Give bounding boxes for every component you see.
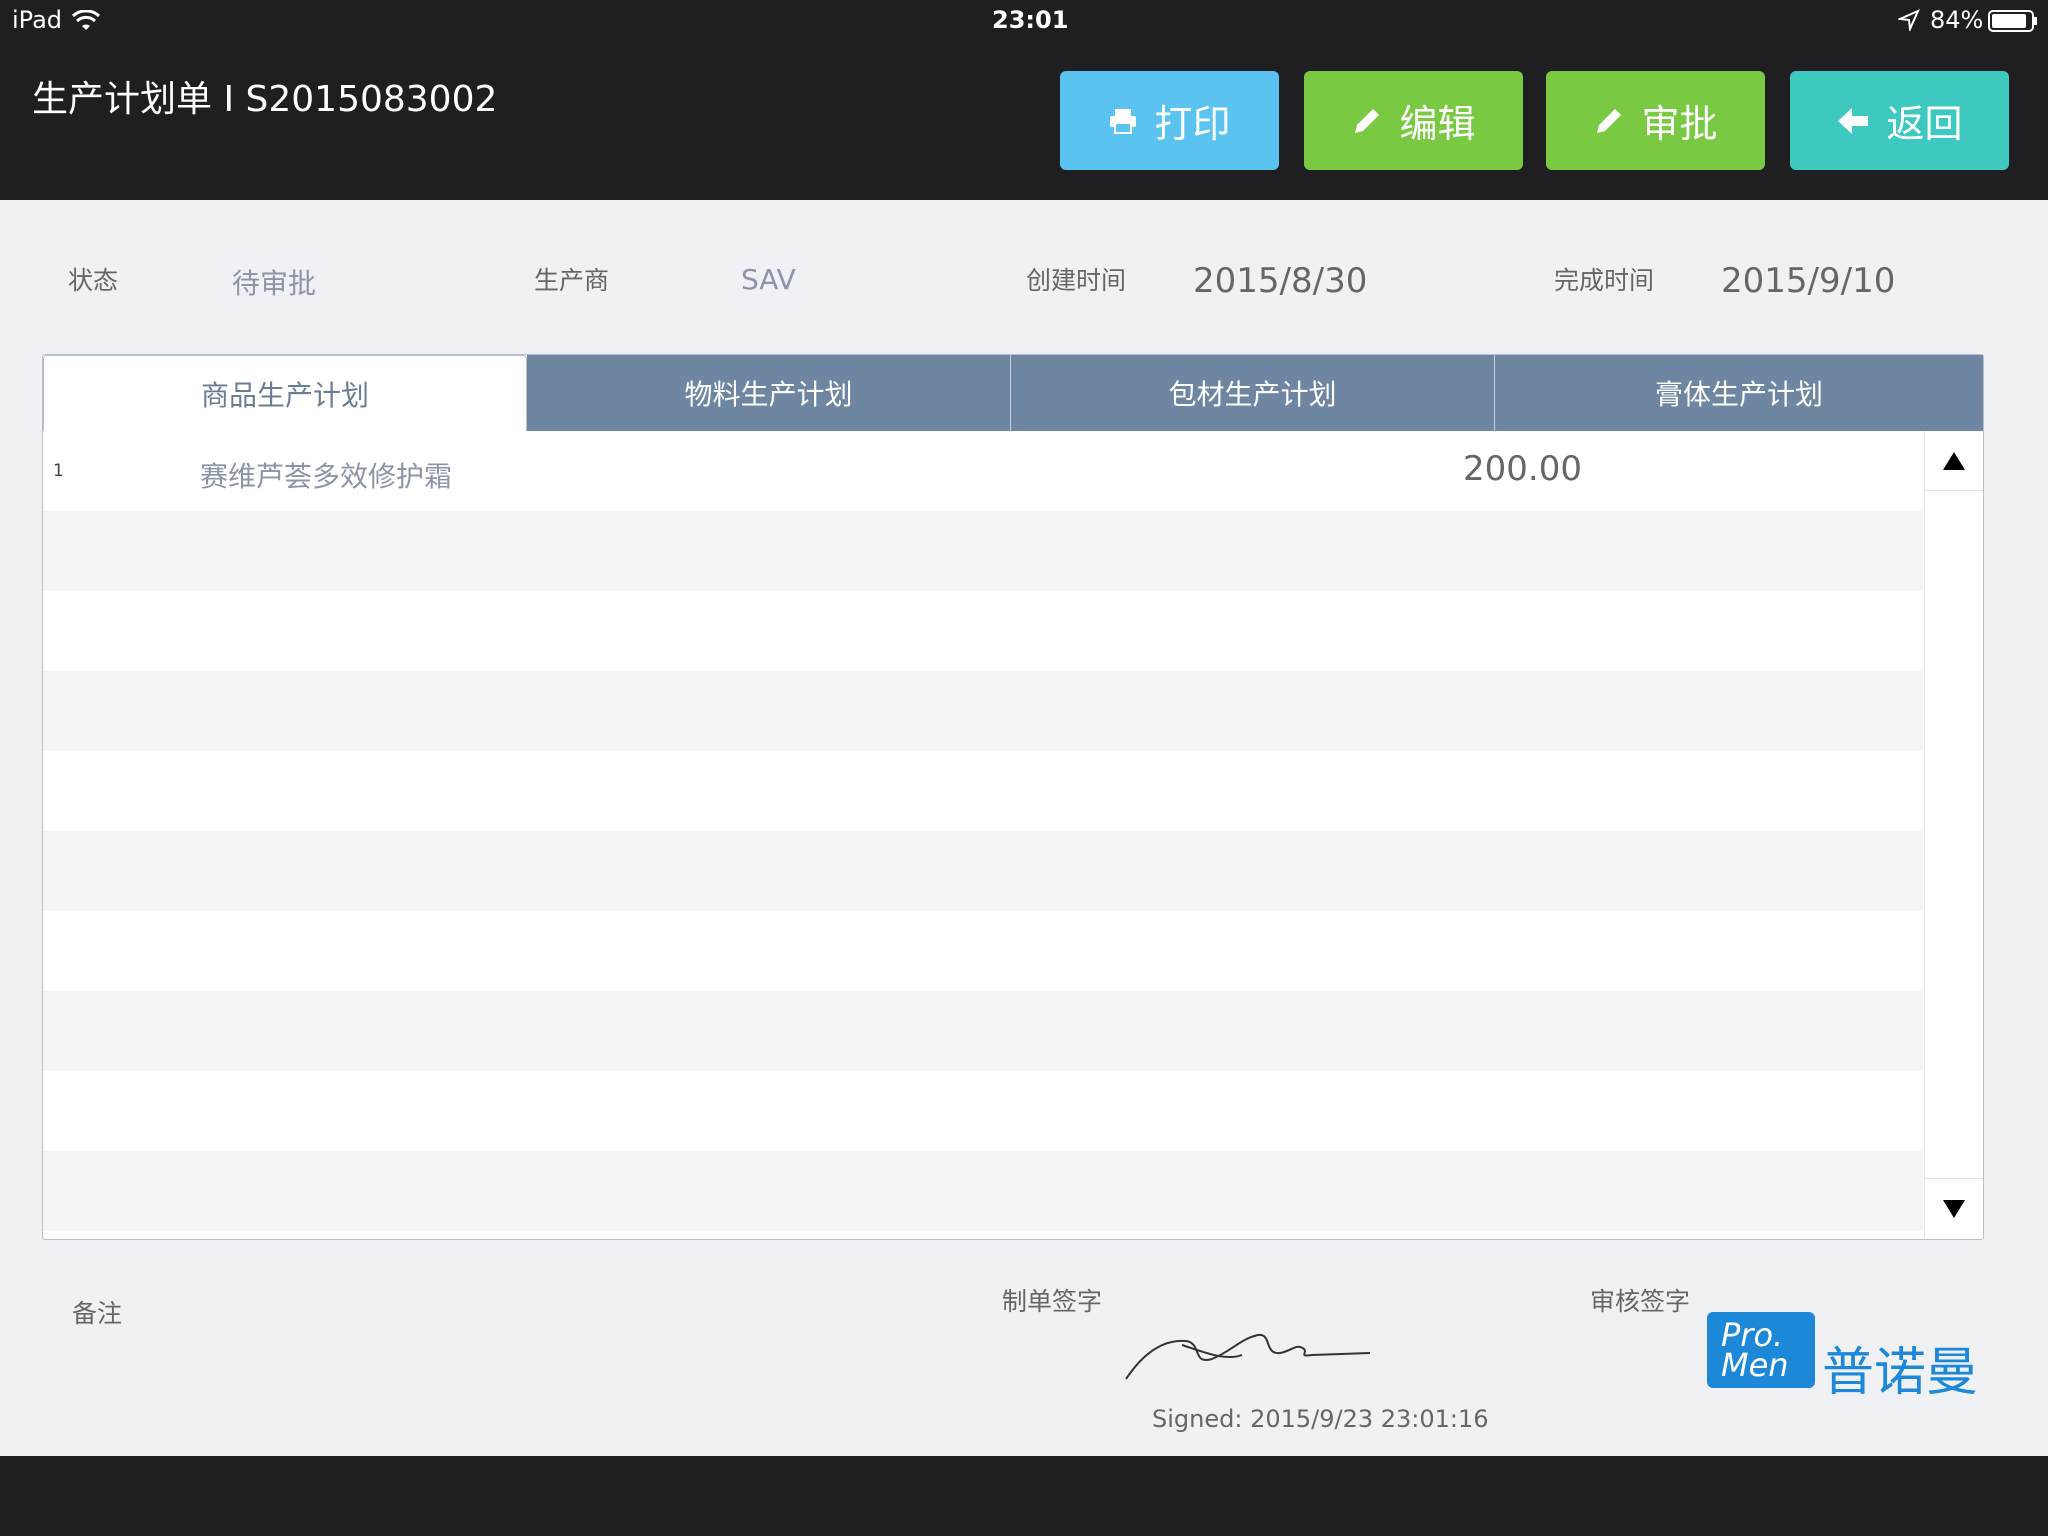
scroll-up-button[interactable] [1925, 431, 1983, 491]
logo-text-cn: 普诺曼 [1822, 1343, 1979, 1403]
pencil-icon [1597, 108, 1622, 133]
table-row-empty [43, 991, 1923, 1071]
reviewer-sign-label: 审核签字 [1590, 1287, 1691, 1316]
status-time: 23:01 [992, 6, 1069, 34]
back-button[interactable]: 返回 [1790, 71, 2009, 170]
table-row[interactable]: 1 赛维芦荟多效修护霜 200.00 [43, 431, 1923, 511]
print-label: 打印 [1154, 102, 1231, 146]
table-row-empty [43, 911, 1923, 991]
pencil-icon [1355, 108, 1380, 133]
scroll-down-button[interactable] [1925, 1178, 1983, 1238]
battery-icon [1988, 10, 2038, 36]
status-label: 状态 [68, 266, 119, 295]
logo-text-men: Men [1721, 1346, 1789, 1384]
tab-packaging-plan[interactable]: 包材生产计划 [1011, 355, 1495, 431]
edit-label: 编辑 [1399, 102, 1476, 146]
status-device: iPad [12, 6, 63, 34]
table-scrollbar[interactable] [1924, 431, 1983, 1238]
table-row-empty [43, 751, 1923, 831]
print-button[interactable]: 打印 [1060, 71, 1279, 170]
edit-button[interactable]: 编辑 [1304, 71, 1523, 170]
finished-value: 2015/9/10 [1721, 261, 1896, 301]
table-row-empty [43, 671, 1923, 751]
row-quantity: 200.00 [1463, 449, 1582, 489]
table-row-empty [43, 831, 1923, 911]
battery-percent: 84% [1930, 6, 1984, 34]
status-value: 待审批 [232, 267, 317, 300]
created-value: 2015/8/30 [1193, 261, 1368, 301]
tab-product-plan[interactable]: 商品生产计划 [43, 355, 527, 431]
row-index: 1 [53, 461, 64, 481]
finished-label: 完成时间 [1554, 266, 1655, 295]
remark-label: 备注 [72, 1299, 123, 1328]
table-row-empty [43, 1071, 1923, 1151]
approve-label: 审批 [1641, 102, 1718, 146]
arrow-left-icon [1838, 107, 1869, 134]
approve-button[interactable]: 审批 [1546, 71, 1765, 170]
created-label: 创建时间 [1026, 266, 1127, 295]
printer-icon [1110, 108, 1137, 134]
plan-table: 1 赛维芦荟多效修护霜 200.00 [43, 431, 1923, 1238]
row-product-name: 赛维芦荟多效修护霜 [200, 460, 453, 493]
maker-label: 生产商 [534, 266, 610, 295]
maker-sign-label: 制单签字 [1002, 1287, 1103, 1316]
signature-image [1122, 1325, 1372, 1389]
page-title: 生产计划单 I S2015083002 [32, 79, 498, 120]
table-row-empty [43, 1231, 1923, 1238]
triangle-down-icon [1943, 1199, 1965, 1218]
table-row-empty [43, 1151, 1923, 1231]
location-arrow-icon [1896, 9, 1920, 35]
table-row-empty [43, 591, 1923, 671]
triangle-up-icon [1943, 451, 1965, 470]
table-row-empty [43, 511, 1923, 591]
tab-paste-plan[interactable]: 膏体生产计划 [1495, 355, 1983, 431]
wifi-icon [71, 9, 101, 36]
promen-logo: Pro. Men [1707, 1312, 1815, 1388]
tab-material-plan[interactable]: 物料生产计划 [527, 355, 1011, 431]
maker-value: SAV [741, 263, 796, 296]
signed-timestamp: Signed: 2015/9/23 23:01:16 [1152, 1405, 1489, 1433]
bottom-bar [0, 1456, 2048, 1536]
back-label: 返回 [1886, 102, 1963, 146]
